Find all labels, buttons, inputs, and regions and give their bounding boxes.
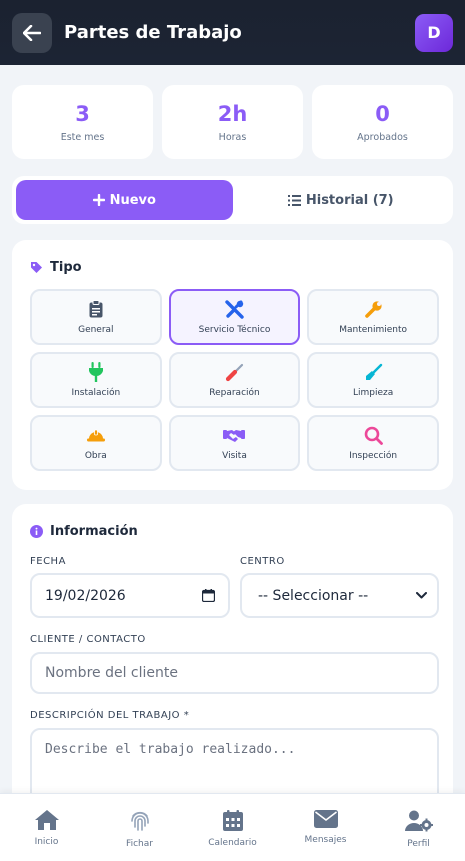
type-option-inspeccion[interactable]: Inspección: [307, 415, 439, 471]
cliente-placeholder: Nombre del cliente: [45, 665, 178, 681]
fecha-label: FECHA: [30, 556, 66, 567]
handshake-icon: [223, 429, 246, 442]
back-button[interactable]: [12, 12, 52, 53]
tab-bar: Nuevo Historial (7): [12, 176, 453, 224]
nav-label: Fichar: [126, 839, 153, 849]
hard-hat-icon: [86, 429, 105, 442]
descripcion-label: DESCRIPCIÓN DEL TRABAJO *: [30, 710, 190, 721]
tipo-section-title: Tipo: [30, 260, 82, 275]
type-label: Obra: [84, 451, 107, 461]
type-option-mantenimiento[interactable]: Mantenimiento: [307, 289, 439, 345]
centro-label: CENTRO: [240, 556, 285, 567]
descripcion-placeholder: Describe el trabajo realizado...: [45, 742, 296, 757]
arrow-left-icon: [23, 24, 41, 41]
type-label: Instalación: [71, 388, 121, 398]
type-label: General: [78, 325, 114, 335]
tab-history[interactable]: Historial (7): [233, 180, 450, 220]
magnifier-icon: [364, 426, 383, 445]
info-section-title: Información: [30, 524, 138, 539]
stat-label: Aprobados: [357, 132, 408, 143]
stat-card-approved: 0 Aprobados: [312, 85, 453, 159]
tipo-card: Tipo General Servicio Técnico Mantenimie…: [12, 240, 453, 490]
stat-label: Este mes: [60, 132, 105, 143]
tools-icon: [225, 299, 244, 319]
page-title: Partes de Trabajo: [64, 22, 242, 43]
user-gear-icon: [404, 810, 433, 832]
stat-card-hours: 2h Horas: [162, 85, 303, 159]
app-header: Partes de Trabajo D: [0, 0, 465, 65]
type-grid: General Servicio Técnico Mantenimiento I…: [30, 289, 439, 471]
nav-item-calendario[interactable]: Calendario: [186, 794, 279, 861]
type-option-obra[interactable]: Obra: [30, 415, 162, 471]
fecha-input[interactable]: 19/02/2026: [30, 573, 230, 618]
type-label: Limpieza: [353, 388, 394, 398]
type-label: Mantenimiento: [339, 325, 408, 335]
list-icon: [287, 194, 301, 206]
info-title: Información: [50, 524, 138, 539]
tab-new[interactable]: Nuevo: [16, 180, 233, 220]
tipo-title: Tipo: [50, 260, 82, 275]
stat-label: Horas: [218, 132, 247, 143]
nav-label: Perfil: [407, 839, 430, 849]
nav-item-perfil[interactable]: Perfil: [372, 794, 465, 861]
stats-row: 3 Este mes 2h Horas 0 Aprobados: [12, 85, 453, 159]
centro-value: -- Seleccionar --: [258, 587, 369, 604]
type-option-instalacion[interactable]: Instalación: [30, 352, 162, 408]
info-circle-icon: [30, 525, 43, 538]
calendar-icon: [222, 810, 243, 831]
avatar[interactable]: D: [415, 13, 453, 52]
type-label: Visita: [222, 451, 247, 461]
broom-icon: [365, 363, 382, 380]
home-icon: [34, 810, 59, 830]
type-label: Inspección: [349, 451, 398, 461]
chevron-down-icon: [416, 592, 427, 599]
stat-card-month: 3 Este mes: [12, 85, 153, 159]
calendar-picker-icon[interactable]: [202, 589, 215, 602]
fingerprint-icon: [130, 811, 149, 831]
type-option-reparacion[interactable]: Reparación: [168, 352, 301, 408]
type-label: Reparación: [209, 388, 260, 398]
nav-item-mensajes[interactable]: Mensajes: [279, 794, 372, 861]
type-option-visita[interactable]: Visita: [168, 415, 301, 471]
wrench-icon: [364, 300, 382, 318]
tab-new-label: Nuevo: [109, 192, 156, 208]
plus-icon: [92, 194, 105, 206]
screwdriver-icon: [225, 363, 244, 381]
nav-item-inicio[interactable]: Inicio: [0, 794, 93, 861]
fecha-value: 19/02/2026: [45, 587, 126, 604]
cliente-input[interactable]: Nombre del cliente: [30, 652, 439, 694]
type-option-limpieza[interactable]: Limpieza: [307, 352, 439, 408]
type-option-servicio-tecnico[interactable]: Servicio Técnico: [168, 289, 301, 345]
envelope-icon: [313, 810, 338, 828]
bottom-nav: Inicio Fichar Calendario Mensajes Perfil: [0, 793, 465, 861]
clipboard-icon: [89, 300, 103, 318]
centro-select[interactable]: -- Seleccionar --: [240, 573, 439, 618]
nav-label: Calendario: [208, 838, 257, 848]
nav-item-fichar[interactable]: Fichar: [93, 794, 186, 861]
stat-value: 3: [75, 102, 90, 126]
plug-icon: [88, 362, 103, 382]
nav-label: Mensajes: [304, 835, 347, 845]
stat-value: 0: [375, 102, 390, 126]
tag-icon: [31, 262, 42, 273]
type-option-general[interactable]: General: [30, 289, 162, 345]
stat-value: 2h: [217, 102, 248, 126]
tab-history-label: Historial (7): [305, 192, 394, 208]
nav-label: Inicio: [34, 837, 59, 847]
type-label: Servicio Técnico: [198, 325, 271, 335]
cliente-label: CLIENTE / CONTACTO: [30, 634, 146, 645]
